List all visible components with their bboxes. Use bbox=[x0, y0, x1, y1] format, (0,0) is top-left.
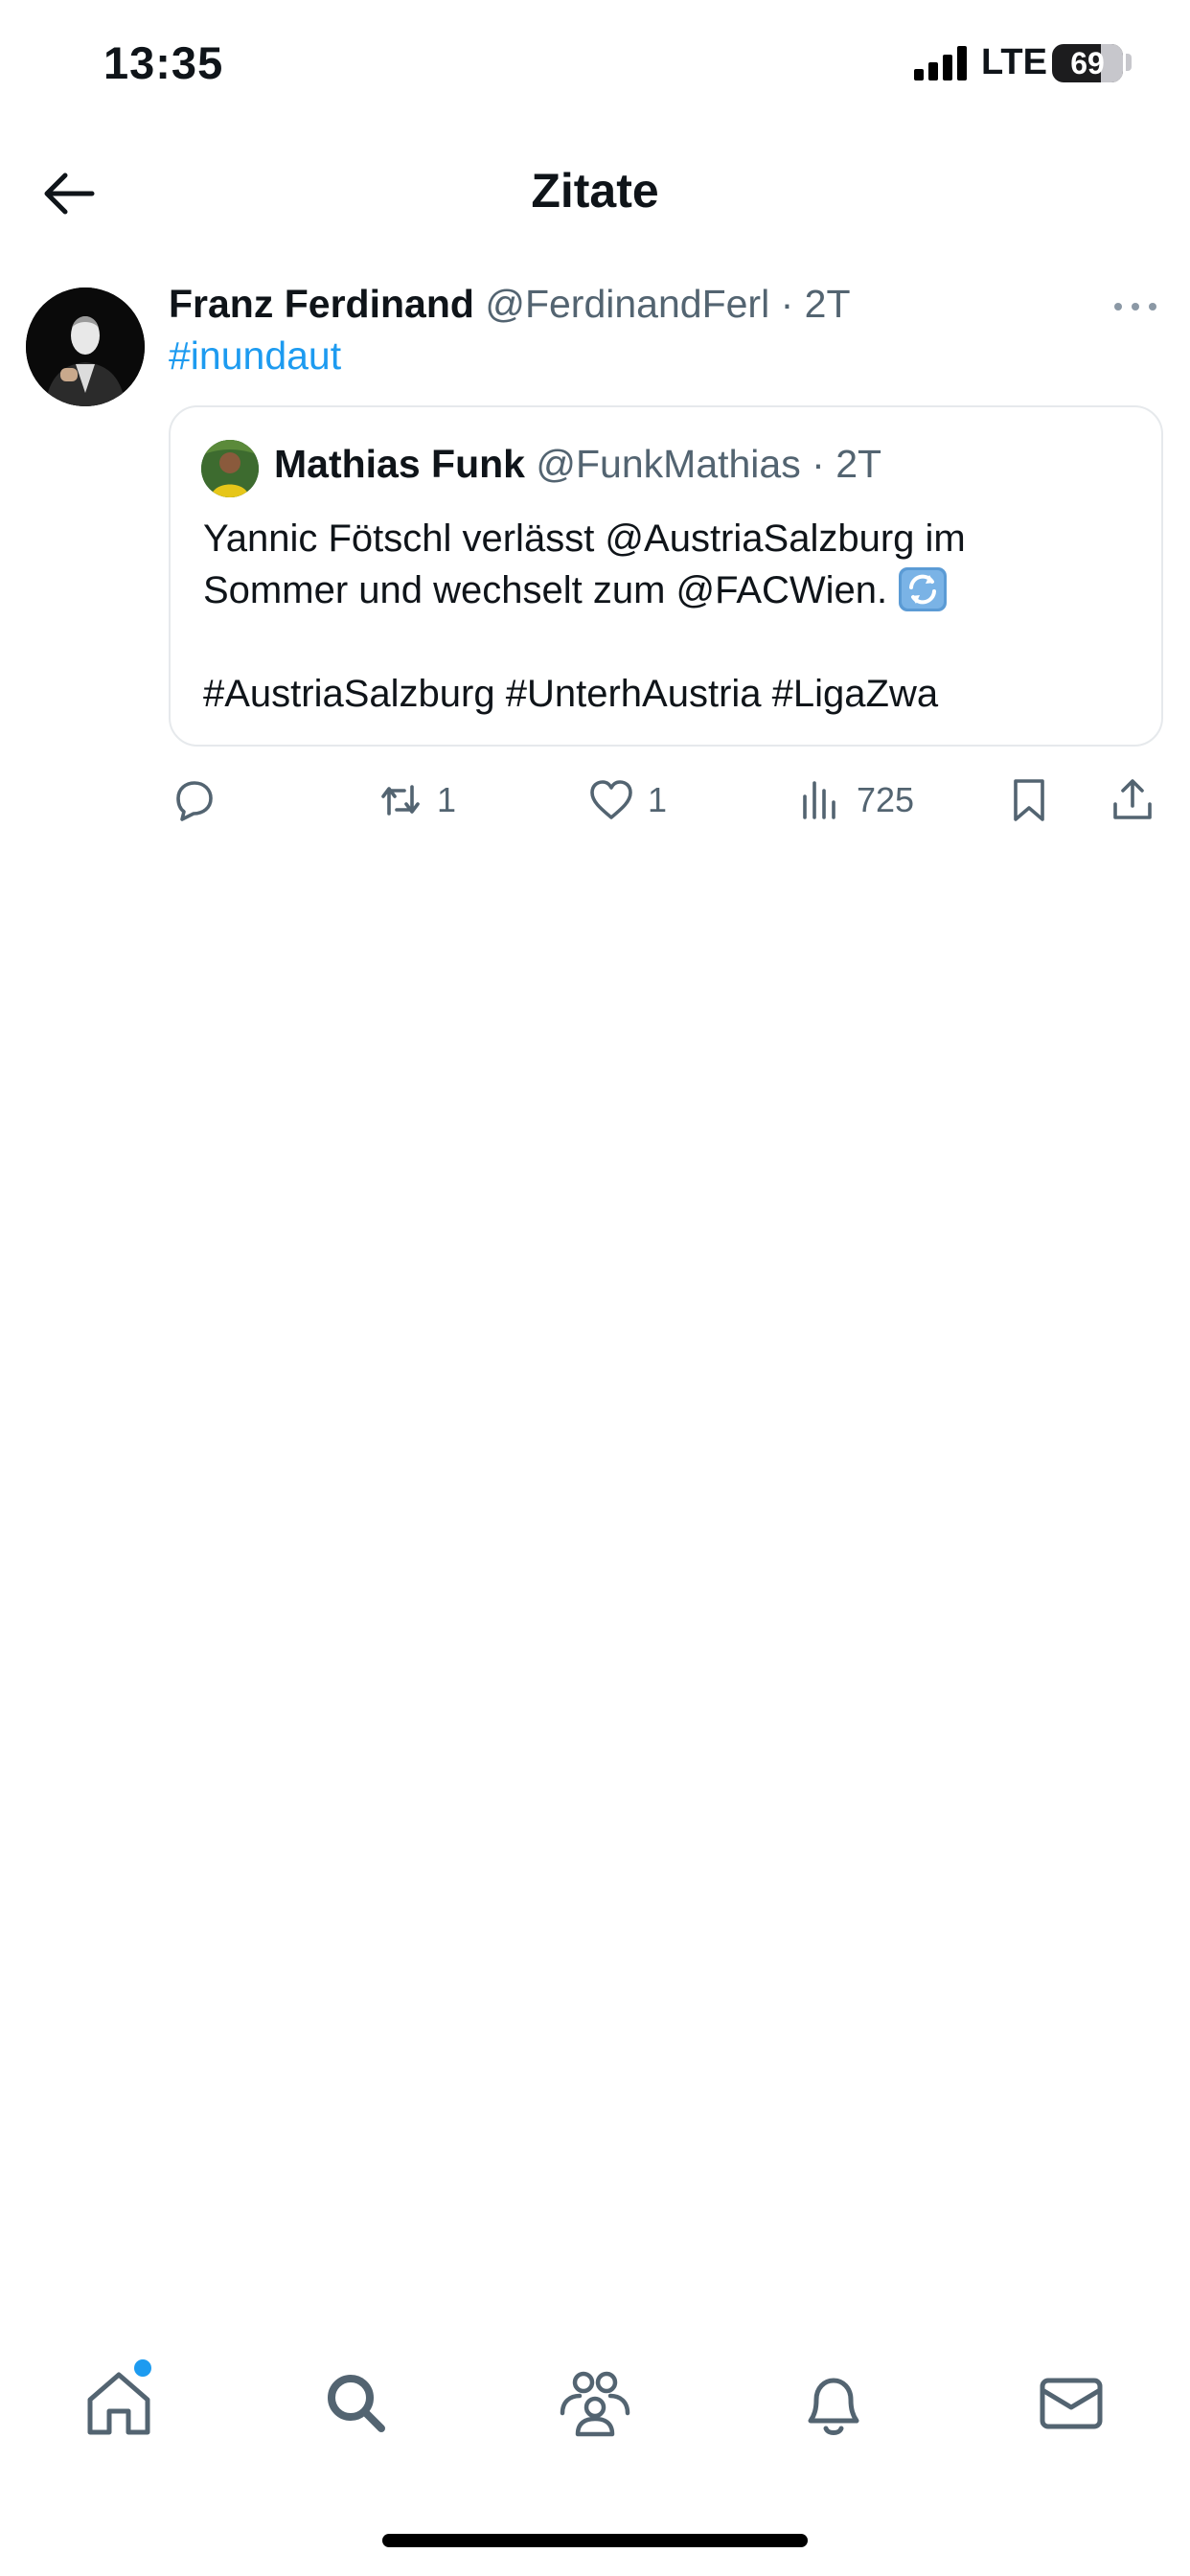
quoted-avatar-image bbox=[201, 440, 259, 497]
tab-search[interactable] bbox=[318, 2365, 395, 2442]
tweet-header: Franz Ferdinand @FerdinandFerl · 2T bbox=[169, 282, 851, 327]
heart-icon bbox=[590, 780, 632, 819]
bookmark-icon bbox=[1014, 779, 1044, 821]
battery-percentage: 69 bbox=[1070, 46, 1105, 80]
quoted-author-handle[interactable]: @FunkMathias bbox=[536, 442, 800, 486]
tab-bar bbox=[0, 2338, 1190, 2472]
like-button[interactable]: 1 bbox=[586, 767, 667, 834]
quoted-text-line: Sommer und wechselt zum @FACWien. bbox=[203, 564, 1142, 616]
tweet-age: 2T bbox=[804, 282, 851, 326]
share-icon bbox=[1113, 779, 1152, 819]
home-indicator bbox=[382, 2534, 808, 2547]
quoted-tweet[interactable]: Mathias Funk @FunkMathias · 2T Yannic Fö… bbox=[169, 405, 1163, 747]
quoted-header: Mathias Funk @FunkMathias · 2T bbox=[274, 442, 881, 487]
views-button[interactable]: 725 bbox=[795, 767, 914, 834]
quoted-separator-dot: · bbox=[812, 442, 825, 486]
more-horizontal-icon[interactable] bbox=[1111, 297, 1159, 316]
hashtag-link[interactable]: #inundaut bbox=[169, 334, 341, 379]
tab-communities[interactable] bbox=[557, 2365, 633, 2442]
tab-notifications[interactable] bbox=[795, 2365, 872, 2442]
communities-icon bbox=[560, 2371, 630, 2437]
home-icon bbox=[87, 2372, 150, 2435]
avatar-image bbox=[26, 288, 145, 406]
battery-cap bbox=[1126, 54, 1132, 71]
tab-home[interactable] bbox=[80, 2365, 157, 2442]
like-count: 1 bbox=[648, 780, 668, 819]
quoted-text-line: Yannic Fötschl verlässt @AustriaSalzburg… bbox=[203, 518, 966, 560]
bar-chart-icon bbox=[803, 781, 835, 819]
network-type: LTE bbox=[981, 42, 1047, 82]
avatar[interactable] bbox=[26, 288, 145, 406]
separator-dot: · bbox=[780, 282, 794, 326]
reply-icon bbox=[176, 781, 213, 821]
share-button[interactable] bbox=[1108, 767, 1157, 834]
quoted-hashtags[interactable]: #AustriaSalzburg #UnterhAustria #LigaZwa bbox=[203, 668, 1142, 720]
battery-icon: 69 bbox=[1052, 44, 1123, 82]
notifications-icon bbox=[808, 2378, 859, 2435]
search-icon bbox=[328, 2375, 385, 2432]
signal-strength-icon bbox=[914, 46, 967, 80]
tweet-actions: 1 1 725 bbox=[0, 767, 1190, 834]
tweet[interactable]: Franz Ferdinand @FerdinandFerl · 2T #inu… bbox=[0, 268, 1190, 862]
messages-icon bbox=[1040, 2378, 1103, 2429]
retweet-icon bbox=[381, 785, 420, 816]
author-name[interactable]: Franz Ferdinand bbox=[169, 282, 474, 326]
retweet-count: 1 bbox=[437, 780, 457, 819]
nav-bar: Zitate bbox=[0, 144, 1190, 240]
quoted-tweet-text: Yannic Fötschl verlässt @AustriaSalzburg… bbox=[203, 513, 1142, 720]
tab-messages[interactable] bbox=[1033, 2365, 1110, 2442]
quoted-author-name[interactable]: Mathias Funk bbox=[274, 442, 525, 486]
views-count: 725 bbox=[857, 780, 915, 819]
status-time: 13:35 bbox=[103, 37, 224, 88]
status-bar: 13:35 LTE 69 bbox=[0, 0, 1190, 134]
bookmark-button[interactable] bbox=[1004, 767, 1054, 834]
author-handle[interactable]: @FerdinandFerl bbox=[485, 282, 769, 326]
quoted-text-segment: Sommer und wechselt zum @FACWien. bbox=[203, 569, 888, 611]
reply-button[interactable] bbox=[169, 767, 230, 834]
home-notification-dot bbox=[134, 2359, 151, 2377]
arrows-counterclockwise-emoji-icon bbox=[899, 567, 948, 611]
retweet-button[interactable]: 1 bbox=[376, 767, 456, 834]
quoted-avatar[interactable] bbox=[201, 440, 259, 497]
quoted-tweet-age: 2T bbox=[835, 442, 882, 486]
page-title: Zitate bbox=[531, 164, 659, 218]
